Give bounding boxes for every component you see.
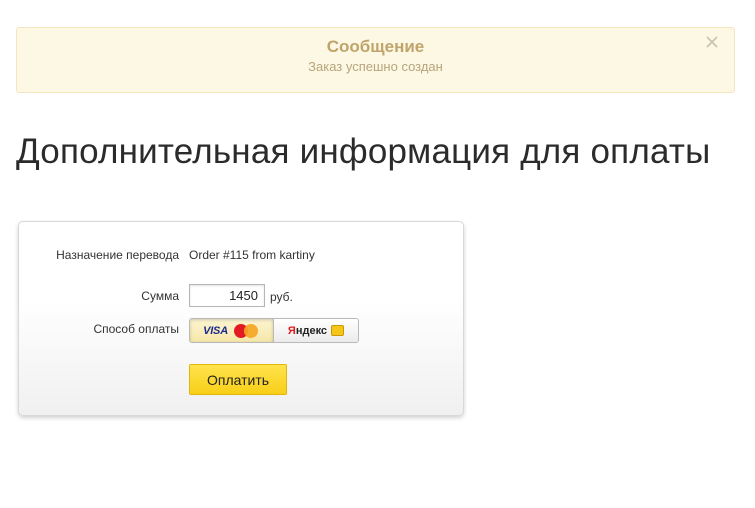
pay-button[interactable]: Оплатить <box>189 364 287 395</box>
payment-form: Назначение перевода Order #115 from kart… <box>18 221 464 416</box>
alert-title: Сообщение <box>326 37 425 56</box>
page-title: Дополнительная информация для оплаты <box>16 132 711 171</box>
payment-method-yandex[interactable]: Яндекс <box>274 319 358 342</box>
close-icon[interactable] <box>704 34 720 50</box>
mastercard-logo-icon <box>232 323 260 338</box>
payment-method-label: Способ оплаты <box>93 322 179 336</box>
payment-method-card[interactable]: VISA <box>190 319 274 342</box>
yandex-logo-icon: Яндекс <box>287 324 328 337</box>
alert-message: Сообщение Заказ успешно создан <box>16 27 735 93</box>
purpose-label: Назначение перевода <box>56 248 179 262</box>
visa-logo-icon: VISA <box>203 324 228 337</box>
amount-input[interactable] <box>189 284 265 307</box>
purpose-value: Order #115 from kartiny <box>189 248 315 262</box>
currency-label: руб. <box>270 290 293 304</box>
alert-text: Заказ успешно создан <box>308 59 443 74</box>
wallet-icon <box>331 325 345 336</box>
payment-method-selector: VISA Яндекс <box>189 318 359 343</box>
amount-label: Сумма <box>141 289 179 303</box>
